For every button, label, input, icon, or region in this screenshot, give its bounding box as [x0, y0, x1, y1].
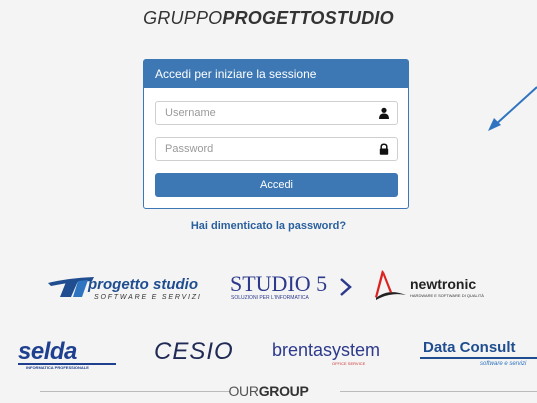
studio5-name: STUDIO 5	[230, 271, 328, 296]
user-icon	[379, 107, 389, 119]
selda-name: selda	[18, 338, 77, 365]
password-field[interactable]	[155, 137, 398, 161]
cesio-name: CESIO	[154, 338, 234, 365]
username-input[interactable]	[156, 102, 375, 124]
studio5-chevron-icon	[340, 278, 352, 296]
lock-icon	[379, 143, 389, 155]
brentasystem-tagline: OFFICE SERVICE	[332, 361, 366, 366]
logo-progetto-studio: progetto studio SOFTWARE E SERVIZI	[48, 275, 218, 305]
brentasystem-name: brentasystem	[272, 340, 381, 360]
username-field[interactable]	[155, 101, 398, 125]
logo-newtronic: newtronic HARDWARE E SOFTWARE DI QUALITÀ	[370, 268, 495, 304]
logo-data-consult: Data Consult software e servizi	[420, 338, 537, 372]
login-button[interactable]: Accedi	[155, 173, 398, 197]
annotation-arrow-icon	[488, 86, 537, 131]
progetto-studio-name: progetto studio	[88, 276, 198, 293]
logo-cesio: CESIO	[150, 338, 235, 368]
studio5-tagline: SOLUZIONI PER L'INFORMATICA	[231, 295, 309, 301]
selda-tagline: INFORMATICA PROFESSIONALE	[26, 365, 89, 370]
logo-brentasystem: brentasystem OFFICE SERVICE	[272, 338, 392, 370]
newtronic-tagline: HARDWARE E SOFTWARE DI QUALITÀ	[410, 293, 484, 298]
login-header: Accedi per iniziare la sessione	[144, 60, 408, 88]
forgot-password-link[interactable]: Hai dimenticato la password?	[0, 220, 537, 232]
progetto-studio-tagline: SOFTWARE E SERVIZI	[94, 294, 202, 301]
footer-suffix: GROUP	[258, 383, 309, 399]
footer-prefix: OUR	[228, 383, 259, 399]
logo-selda: selda INFORMATICA PROFESSIONALE	[18, 338, 123, 370]
newtronic-name: newtronic	[410, 276, 477, 292]
brand-name: PROGETTOSTUDIO	[222, 8, 394, 28]
login-panel: Accedi per iniziare la sessione Accedi	[143, 59, 409, 209]
newtronic-mark-icon	[375, 270, 406, 300]
logo-studio5: STUDIO 5 SOLUZIONI PER L'INFORMATICA	[230, 271, 355, 305]
data-consult-name: Data Consult	[423, 339, 516, 356]
password-input[interactable]	[156, 138, 375, 160]
page-brand-title: GRUPPOPROGETTOSTUDIO	[0, 8, 537, 29]
footer-ourgroup: OURGROUP	[0, 383, 537, 399]
data-consult-tagline: software e servizi	[480, 361, 527, 367]
data-consult-underline	[420, 357, 537, 359]
brand-prefix: GRUPPO	[143, 8, 223, 28]
